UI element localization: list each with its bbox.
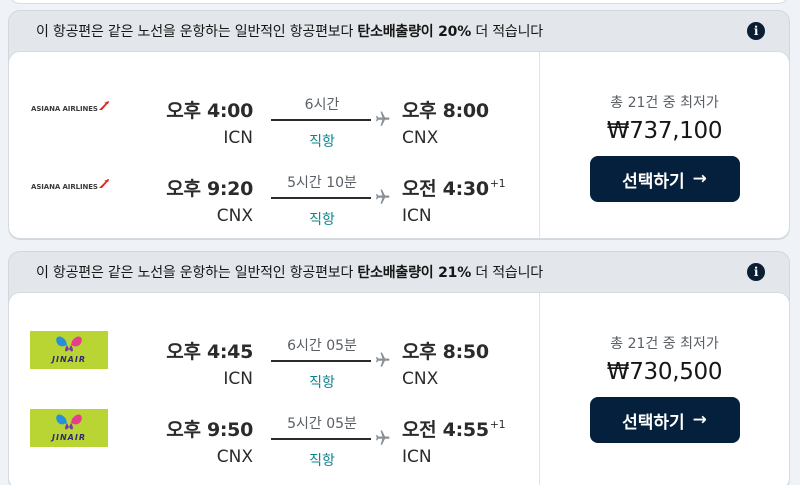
offer-details: JINAIR 오후 4:45 ICN 6시간 05분 직항 오후 8:50 CN… [8, 292, 790, 485]
arrow-right-icon: → [692, 169, 707, 189]
departure-time: 오후 4:00 [166, 100, 253, 122]
airline-logo-text: JINAIR [52, 355, 86, 364]
select-button-label: 선택하기 [622, 171, 685, 192]
eco-message: 이 항공편은 같은 노선을 운항하는 일반적인 항공편보다 탄소배출량이 21%… [36, 265, 543, 281]
airplane-icon [376, 189, 390, 204]
departure-time: 오후 9:50 [166, 419, 253, 441]
route-line [271, 360, 371, 362]
flight-offer-card: 이 항공편은 같은 노선을 운항하는 일반적인 항공편보다 탄소배출량이 21%… [8, 251, 790, 485]
eco-highlight: 탄소배출량이 21% [357, 265, 472, 281]
arrival-airport: ICN [402, 447, 432, 467]
departure-airport: CNX [216, 206, 253, 226]
price-panel: 총 21건 중 최저가 ₩730,500 선택하기 → [539, 293, 789, 485]
arrival-time: 오후 8:00 [402, 100, 489, 122]
info-icon[interactable]: i [747, 22, 765, 40]
day-offset: +1 [489, 177, 506, 190]
departure-airport: CNX [216, 447, 253, 467]
airline-logo-asiana: ASIANA AIRLINES [31, 99, 109, 117]
stops-label: 직항 [309, 212, 335, 228]
departure-time: 오후 9:20 [166, 178, 253, 200]
airplane-icon [376, 352, 390, 367]
stops-label: 직항 [309, 134, 335, 150]
day-offset: +1 [489, 418, 506, 431]
airplane-icon [376, 111, 390, 126]
airplane-icon [376, 430, 390, 445]
outbound-leg: JINAIR 오후 4:45 ICN 6시간 05분 직항 오후 8:50 CN… [9, 318, 539, 391]
airline-logo-jinair: JINAIR [30, 409, 108, 447]
route-line [271, 119, 371, 121]
arrival-time: 오후 8:50 [402, 341, 489, 363]
departure-time: 오후 4:45 [166, 341, 253, 363]
airline-logo-text: ASIANA AIRLINES [31, 105, 98, 113]
eco-banner: 이 항공편은 같은 노선을 운항하는 일반적인 항공편보다 탄소배출량이 21%… [9, 252, 789, 292]
previous-card-fragment [8, 0, 790, 4]
total-deals-text: 총 21건 중 최저가 [610, 95, 719, 111]
price-panel: 총 21건 중 최저가 ₩737,100 선택하기 → [539, 52, 789, 238]
arrival-time: 오전 4:30+1 [402, 177, 506, 200]
airline-logo-asiana: ASIANA AIRLINES [31, 177, 109, 195]
price: ₩737,100 [606, 118, 723, 144]
arrival-time: 오전 4:55+1 [402, 418, 506, 441]
eco-message: 이 항공편은 같은 노선을 운항하는 일반적인 항공편보다 탄소배출량이 20%… [36, 24, 543, 40]
arrival-airport: CNX [402, 128, 439, 148]
airline-logo-text: JINAIR [52, 433, 86, 442]
stops-label: 직항 [309, 453, 335, 469]
flight-duration: 5시간 10분 [287, 175, 357, 191]
route-line [271, 438, 371, 440]
select-button-label: 선택하기 [622, 412, 685, 433]
airline-logo-text: ASIANA AIRLINES [31, 183, 98, 191]
arrival-airport: ICN [402, 206, 432, 226]
price: ₩730,500 [606, 359, 723, 385]
select-button[interactable]: 선택하기 → [589, 397, 740, 443]
return-leg: ASIANA AIRLINES 오후 9:20 CNX 5시간 10분 직항 오… [9, 155, 539, 228]
airline-logo-jinair: JINAIR [30, 331, 108, 369]
total-deals-text: 총 21건 중 최저가 [610, 336, 719, 352]
arrow-right-icon: → [692, 410, 707, 430]
itinerary-legs: ASIANA AIRLINES 오후 4:00 ICN 6시간 직항 오후 8:… [9, 52, 539, 238]
asiana-wing-icon [99, 179, 109, 188]
flight-offer-card: 이 항공편은 같은 노선을 운항하는 일반적인 항공편보다 탄소배출량이 20%… [8, 10, 790, 240]
eco-banner: 이 항공편은 같은 노선을 운항하는 일반적인 항공편보다 탄소배출량이 20%… [9, 11, 789, 51]
offer-details: ASIANA AIRLINES 오후 4:00 ICN 6시간 직항 오후 8:… [8, 51, 790, 239]
departure-airport: ICN [223, 128, 253, 148]
arrival-airport: CNX [402, 369, 439, 389]
flight-duration: 6시간 05분 [287, 338, 357, 354]
stops-label: 직항 [309, 375, 335, 391]
select-button[interactable]: 선택하기 → [589, 156, 740, 202]
flight-duration: 6시간 [304, 97, 340, 113]
flight-duration: 5시간 05분 [287, 416, 357, 432]
info-icon[interactable]: i [747, 263, 765, 281]
eco-highlight: 탄소배출량이 20% [357, 24, 472, 40]
asiana-wing-icon [99, 101, 109, 110]
route-line [271, 197, 371, 199]
itinerary-legs: JINAIR 오후 4:45 ICN 6시간 05분 직항 오후 8:50 CN… [9, 293, 539, 485]
return-leg: JINAIR 오후 9:50 CNX 5시간 05분 직항 오전 4:55+1 … [9, 396, 539, 469]
outbound-leg: ASIANA AIRLINES 오후 4:00 ICN 6시간 직항 오후 8:… [9, 77, 539, 150]
departure-airport: ICN [223, 369, 253, 389]
